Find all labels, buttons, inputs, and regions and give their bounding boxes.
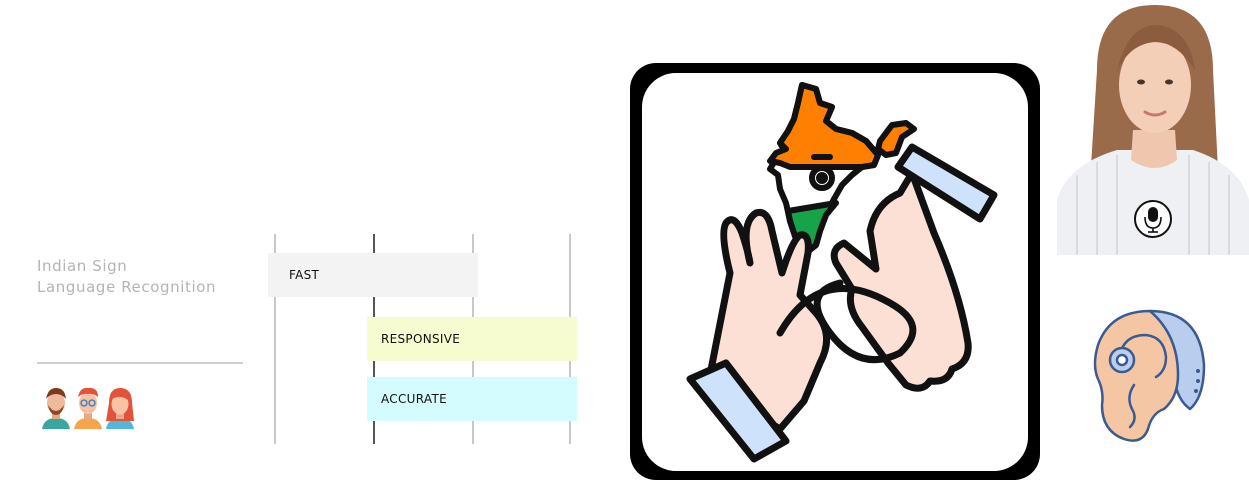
feature-label-fast: FAST [289,268,320,282]
hearing-aid-ear-icon [1093,309,1206,442]
divider [37,362,243,364]
title-line-2: Language Recognition [37,278,217,296]
microphone-icon [1134,200,1172,238]
india-map-sign-language-hands-icon [630,63,1040,480]
feature-label-accurate: ACCURATE [381,392,447,406]
app-title: Indian Sign Language Recognition [37,256,257,298]
avatar-3 [106,388,134,429]
feature-label-responsive: RESPONSIVE [381,332,461,346]
people-avatars-icon [42,387,134,429]
avatar-2 [74,387,102,429]
feature-bar-responsive: RESPONSIVE [367,317,577,361]
avatar-1 [42,388,70,429]
feature-bar-fast: FAST [268,253,478,297]
woman-with-microphone-photo [1057,0,1249,255]
feature-bar-accurate: ACCURATE [367,377,577,421]
title-line-1: Indian Sign [37,257,128,275]
